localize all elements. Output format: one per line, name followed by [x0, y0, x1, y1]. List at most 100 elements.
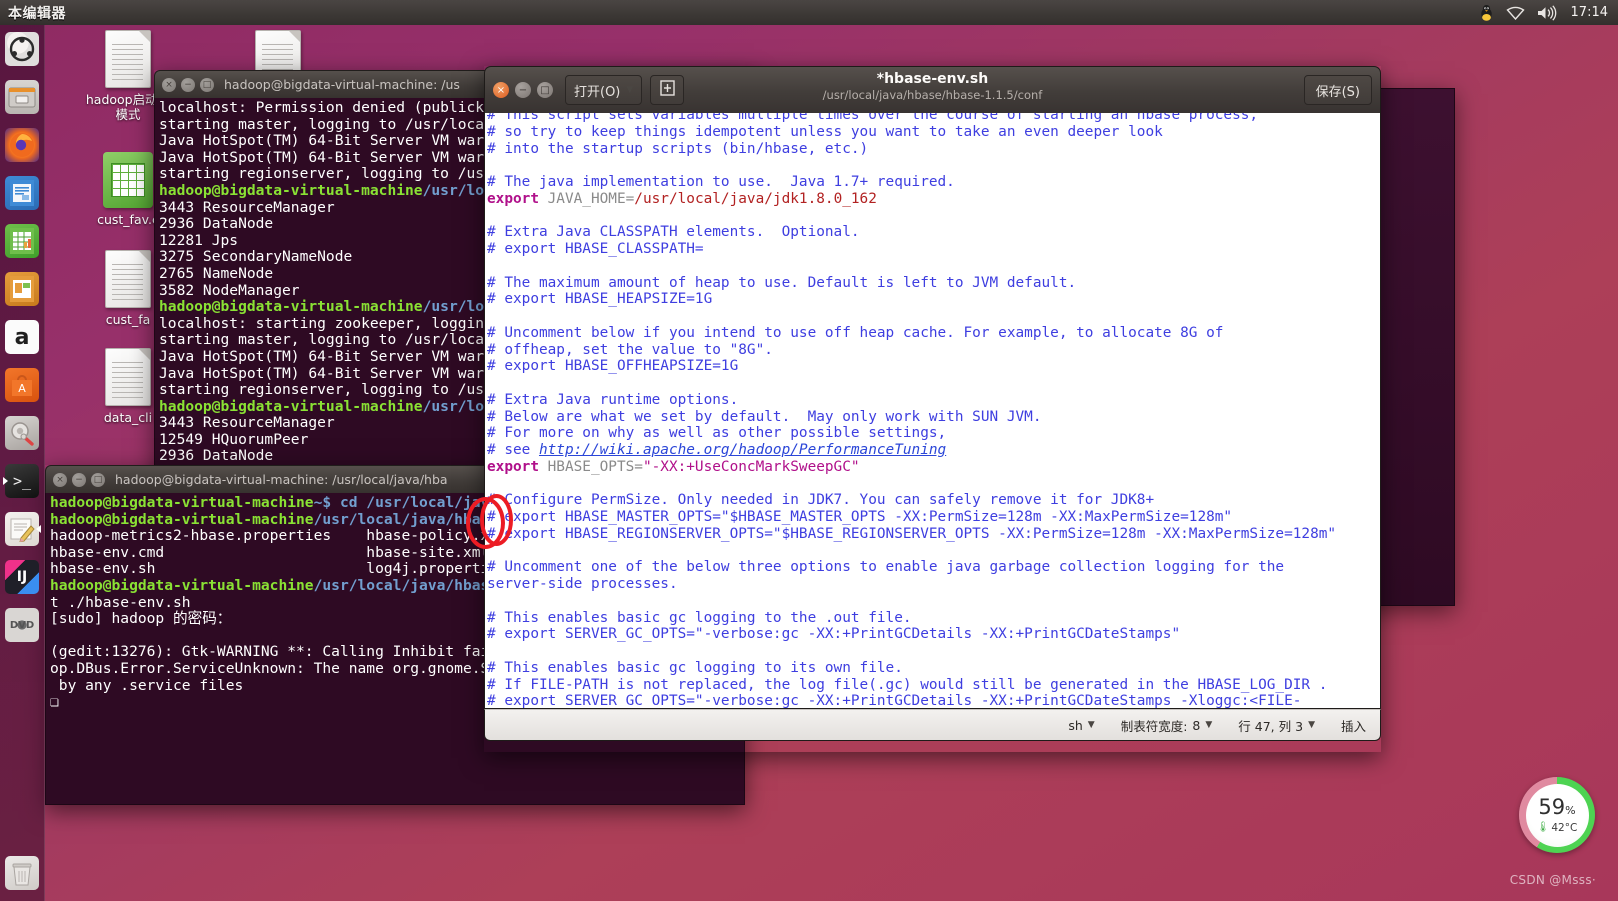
close-icon[interactable]: ×	[53, 472, 67, 487]
code-line: export HBASE_OPTS="-XX:+UseConcMarkSweep…	[487, 458, 860, 475]
launcher-item-libreoffice-impress[interactable]	[2, 269, 42, 309]
code-line: export JAVA_HOME=/usr/local/java/jdk1.8.…	[487, 190, 877, 207]
document-path: /usr/local/java/hbase/hbase-1.1.5/conf	[822, 88, 1043, 102]
code-line: # export HBASE_OFFHEAPSIZE=1G	[487, 358, 739, 375]
code-line: # This script sets variables multiple ti…	[487, 113, 1259, 123]
volume-icon[interactable]	[1537, 0, 1557, 25]
code-line: # Uncomment below if you intend to use o…	[487, 324, 1224, 341]
cpu-percent-sign: %	[1565, 803, 1576, 817]
watermark: CSDN @Msss·	[1509, 873, 1596, 887]
code-line: # export HBASE_HEAPSIZE=1G	[487, 291, 713, 308]
terminal-icon: >_	[5, 464, 39, 498]
cursor-position-label: 行 47, 列 3	[1238, 718, 1304, 734]
terminal-bottom-title: hadoop@bigdata-virtual-machine: /usr/loc…	[115, 472, 448, 487]
launcher-item-files[interactable]	[2, 77, 42, 117]
pencil-note-icon	[5, 512, 39, 546]
insert-mode[interactable]: 插入	[1341, 716, 1366, 735]
minimize-icon[interactable]: −	[515, 82, 531, 98]
svg-text:A: A	[18, 382, 26, 395]
maximize-icon[interactable]: □	[537, 82, 553, 98]
thermometer-icon: 🌡	[1536, 822, 1550, 833]
launcher-item-terminal[interactable]: >_	[2, 461, 42, 501]
cpu-usage-widget[interactable]: 59% 🌡 42°C	[1519, 777, 1595, 853]
close-icon[interactable]: ×	[162, 77, 176, 92]
code-line: # so try to keep things idempotent unles…	[487, 123, 1163, 140]
cpu-percent-value: 59	[1538, 794, 1566, 819]
cursor-position[interactable]: 行 47, 列 3 ▼	[1238, 716, 1315, 735]
ubuntu-logo-icon	[5, 32, 39, 66]
code-line: # Below are what we set by default. May …	[487, 408, 1042, 425]
gedit-window[interactable]: × − □ 打开(O) ▼ *hbase-env.sh /usr/local/j…	[484, 66, 1381, 752]
panel-app-title[interactable]: 本编辑器	[8, 3, 66, 23]
intellij-icon: IJ	[5, 560, 39, 594]
unity-launcher: a A >_ IJ DVD	[0, 25, 45, 901]
software-bag-icon: A	[5, 368, 39, 402]
minimize-icon[interactable]: −	[72, 472, 86, 487]
trash-icon	[5, 856, 39, 890]
new-document-button[interactable]	[650, 75, 685, 105]
page-title: *hbase-env.sh	[876, 71, 989, 87]
terminal-top-title: hadoop@bigdata-virtual-machine: /us	[224, 77, 460, 92]
language-selector[interactable]: sh ▼	[1068, 718, 1094, 733]
code-line: # The maximum amount of heap to use. Def…	[487, 274, 1077, 291]
code-line: # offheap, set the value to "8G".	[487, 341, 773, 358]
code-line: # Extra Java CLASSPATH elements. Optiona…	[487, 224, 860, 241]
calc-icon	[5, 224, 39, 258]
gedit-editor-area[interactable]: # This script sets variables multiple ti…	[484, 113, 1381, 709]
save-button[interactable]: 保存(S)	[1303, 75, 1372, 105]
code-line: # export HBASE_REGIONSERVER_OPTS="$HBASE…	[487, 525, 1337, 542]
wifi-icon[interactable]	[1505, 0, 1525, 25]
cpu-percent: 59%	[1538, 794, 1576, 821]
launcher-item-ubuntu-dash[interactable]	[2, 29, 42, 69]
amazon-icon: a	[5, 320, 39, 354]
open-button[interactable]: 打开(O) ▼	[565, 75, 643, 105]
launcher-item-intellij-idea[interactable]: IJ	[2, 557, 42, 597]
impress-icon	[5, 272, 39, 306]
code-line: # see http://wiki.apache.org/hadoop/Perf…	[487, 442, 947, 458]
chevron-down-icon: ▼	[626, 85, 634, 95]
code-line: # This enables basic gc logging to its o…	[487, 659, 903, 676]
launcher-item-dvd[interactable]: DVD	[2, 605, 42, 645]
code-line: # into the startup scripts (bin/hbase, e…	[487, 140, 869, 157]
files-icon	[5, 80, 39, 114]
chevron-down-icon: ▼	[1205, 720, 1213, 730]
spreadsheet-icon	[103, 152, 153, 208]
firefox-icon	[5, 128, 39, 162]
dvd-disc-icon: DVD	[5, 608, 39, 642]
launcher-item-firefox[interactable]	[2, 125, 42, 165]
penguin-icon[interactable]	[1479, 0, 1494, 25]
cpu-ring: 59% 🌡 42°C	[1519, 777, 1595, 853]
open-button-label: 打开(O)	[574, 84, 621, 100]
launcher-item-ubuntu-software[interactable]: A	[2, 365, 42, 405]
maximize-icon[interactable]: □	[200, 77, 214, 92]
code-line: server-side processes.	[487, 576, 678, 592]
tab-width-selector[interactable]: 制表符宽度: 8 ▼	[1121, 716, 1213, 735]
maximize-icon[interactable]: □	[91, 472, 105, 487]
code-line: # Extra Java runtime options.	[487, 391, 739, 408]
chevron-down-icon: ▼	[1087, 720, 1095, 730]
code-line: # This enables basic gc logging to the .…	[487, 609, 912, 626]
code-line: # Configure PermSize. Only needed in JDK…	[487, 492, 1155, 509]
close-icon[interactable]: ×	[493, 82, 509, 98]
minimize-icon[interactable]: −	[181, 77, 195, 92]
panel-clock[interactable]: 17:14	[1569, 5, 1608, 20]
language-label: sh	[1068, 717, 1083, 733]
code-line: # export SERVER_GC_OPTS="-verbose:gc -XX…	[487, 693, 1302, 709]
launcher-item-libreoffice-writer[interactable]	[2, 173, 42, 213]
code-line: # The java implementation to use. Java 1…	[487, 174, 955, 190]
gedit-titlebar[interactable]: × − □ 打开(O) ▼ *hbase-env.sh /usr/local/j…	[484, 66, 1381, 113]
launcher-item-system-settings[interactable]	[2, 413, 42, 453]
launcher-item-gedit[interactable]	[2, 509, 42, 549]
launcher-item-trash[interactable]	[2, 853, 42, 893]
gedit-code-text[interactable]: # This script sets variables multiple ti…	[485, 113, 1337, 709]
chevron-down-icon: ▼	[1308, 720, 1315, 730]
code-line: # export HBASE_CLASSPATH=	[487, 241, 704, 257]
cpu-temperature: 🌡 42°C	[1537, 822, 1578, 834]
launcher-item-amazon[interactable]: a	[2, 317, 42, 357]
document-icon	[105, 30, 151, 88]
launcher-item-libreoffice-calc[interactable]	[2, 221, 42, 261]
